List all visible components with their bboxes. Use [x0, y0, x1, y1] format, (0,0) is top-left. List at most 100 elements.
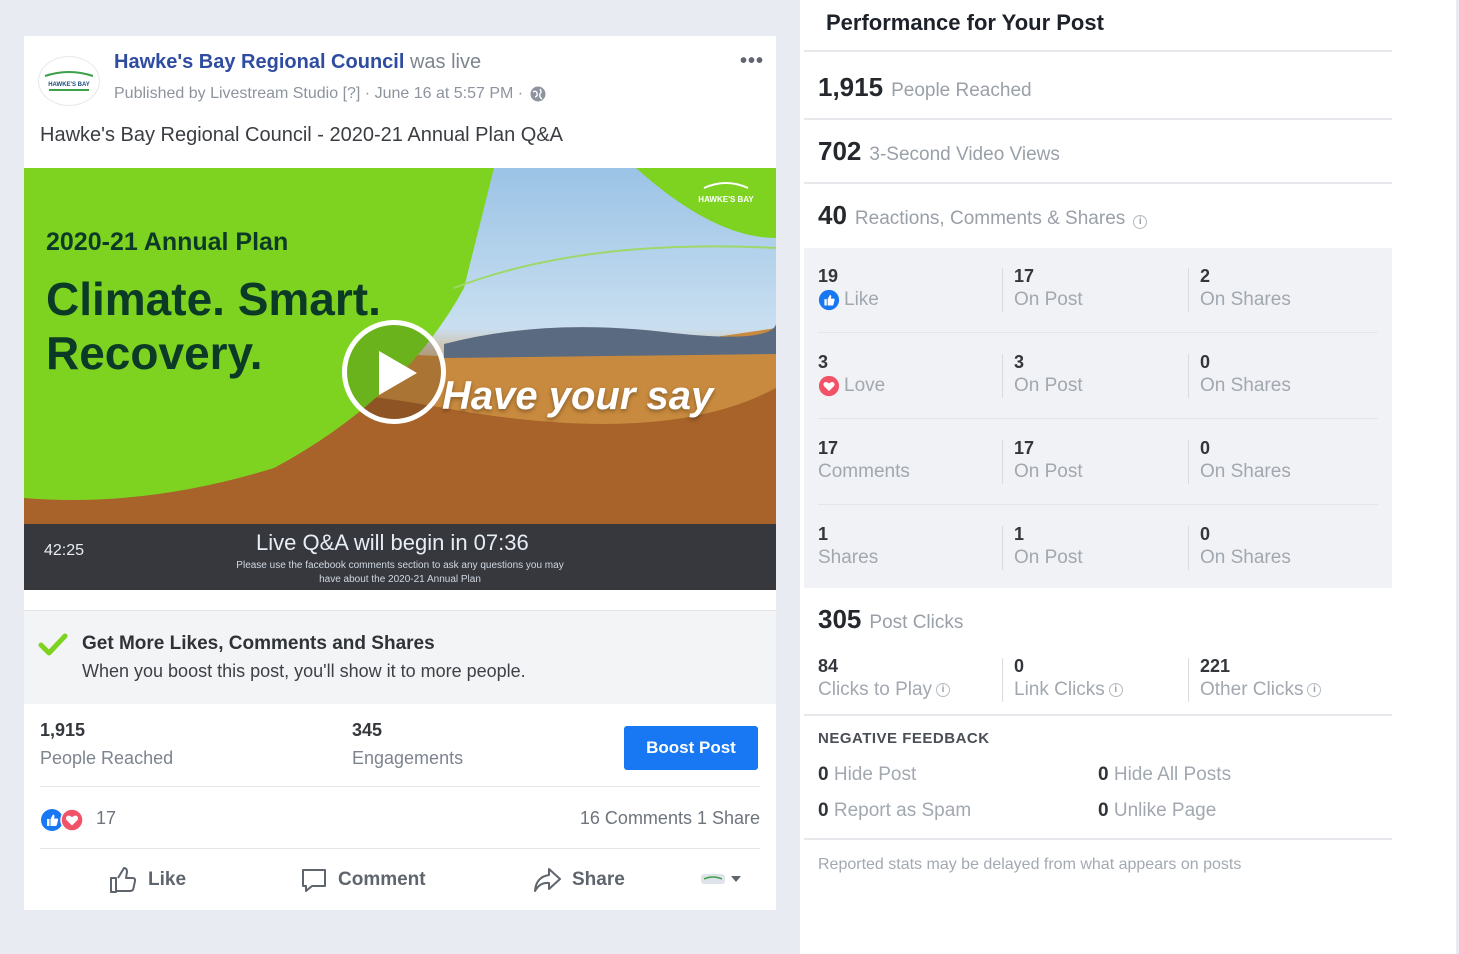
neg-label: Report as Spam: [833, 800, 972, 821]
column-separator: [1002, 440, 1003, 484]
people-reached-label: People Reached: [40, 748, 174, 768]
promo-body: When you boost this post, you'll show it…: [82, 661, 526, 681]
play-icon: [379, 351, 417, 395]
published-meta: Published by Livestream Studio [?] · Jun…: [114, 85, 547, 103]
reactions-summary[interactable]: 17 16 Comments 1 Share: [40, 806, 760, 836]
breakdown-love-on-post: 3 On Post: [1014, 352, 1083, 397]
clicks-label-row: Other Clicks i: [1200, 679, 1322, 701]
breakdown-label: On Shares: [1200, 289, 1291, 310]
video-headline-line-1: Climate. Smart.: [46, 273, 381, 325]
row-separator: [818, 332, 1378, 333]
info-icon[interactable]: i: [1307, 683, 1322, 697]
neg-label: Hide All Posts: [1113, 764, 1232, 785]
divider: [804, 182, 1392, 184]
breakdown-label: On Shares: [1200, 375, 1291, 396]
video-headline: Climate. Smart. Recovery.: [46, 272, 381, 380]
neg-hide-all-posts: 0 Hide All Posts: [1098, 764, 1231, 786]
breakdown-value: 2: [1200, 266, 1211, 286]
share-action[interactable]: Share: [532, 862, 625, 898]
page-name-link[interactable]: Hawke's Bay Regional Council: [114, 51, 404, 73]
divider: [804, 714, 1392, 716]
info-icon[interactable]: i: [936, 683, 951, 697]
promo-title: Get More Likes, Comments and Shares: [82, 633, 435, 654]
link-clicks: 0 Link Clicks i: [1014, 656, 1123, 701]
breakdown-shares-total: 1 Shares: [818, 524, 878, 569]
neg-label: Unlike Page: [1113, 800, 1217, 821]
clicks-label-row: Clicks to Play i: [818, 679, 951, 701]
breakdown-value: 19: [818, 266, 839, 286]
breakdown-value: 17: [818, 438, 839, 458]
info-icon[interactable]: i: [1133, 215, 1148, 229]
column-separator: [1188, 658, 1189, 702]
breakdown-shares-on-shares: 0 On Shares: [1200, 524, 1291, 569]
stats-footnote: Reported stats may be delayed from what …: [818, 856, 1242, 873]
page-avatar[interactable]: HAWKE'S BAY: [38, 56, 100, 106]
thumbs-up-icon: [110, 867, 137, 893]
checkmark-icon: [38, 633, 68, 656]
reaction-icons: [40, 808, 84, 832]
breakdown-label: On Post: [1014, 289, 1083, 310]
published-by-text[interactable]: Published by Livestream Studio [?] · Jun…: [114, 85, 523, 103]
play-button[interactable]: [342, 320, 446, 424]
video-player[interactable]: HAWKE'S BAY 2020-21 Annual Plan Climate.…: [24, 168, 776, 590]
post-clicks-stat: 305 Post Clicks: [818, 604, 963, 635]
breakdown-label: On Post: [1014, 547, 1083, 568]
like-action[interactable]: Like: [108, 862, 186, 898]
breakdown-like-on-post: 17 On Post: [1014, 266, 1083, 311]
reactions-text: Reactions, Comments & Shares: [854, 208, 1126, 229]
performance-panel: Performance for Your Post 1,915 People R…: [800, 0, 1456, 954]
info-icon[interactable]: i: [1108, 683, 1123, 697]
breakdown-label: On Shares: [1200, 547, 1291, 568]
people-reached-stat: 1,915 People Reached: [818, 72, 1032, 103]
video-caption-bar: 42:25 Live Q&A will begin in 07:36 Pleas…: [24, 524, 776, 590]
column-separator: [1188, 354, 1189, 398]
column-separator: [1002, 658, 1003, 702]
neg-unlike-page: 0 Unlike Page: [1098, 800, 1216, 822]
boost-post-button[interactable]: Boost Post: [624, 726, 758, 770]
love-reaction-icon: [818, 375, 840, 397]
video-views-number: 702: [818, 136, 862, 166]
post-text: Hawke's Bay Regional Council - 2020-21 A…: [40, 124, 564, 146]
neg-value: 0: [1098, 800, 1109, 821]
comment-icon: [302, 869, 326, 892]
love-reaction-icon: [60, 808, 84, 832]
post-clicks-text: Post Clicks: [869, 612, 964, 633]
share-icon: [534, 868, 561, 892]
breakdown-label: On Post: [1014, 375, 1083, 396]
video-note-line-1: Please use the facebook comments section…: [236, 560, 564, 571]
clicks-value: 0: [1014, 656, 1025, 676]
breakdown-like-on-shares: 2 On Shares: [1200, 266, 1291, 311]
share-label: Share: [572, 869, 625, 890]
divider: [804, 50, 1392, 52]
engagements-label: Engagements: [352, 748, 464, 768]
boost-promo: Get More Likes, Comments and Shares When…: [24, 610, 776, 704]
breakdown-like-total: 19 Like: [818, 266, 879, 311]
corner-logo-text: HAWKE'S BAY: [698, 195, 754, 204]
like-reaction-icon: [818, 289, 840, 311]
clicks-label: Link Clicks: [1014, 679, 1105, 700]
council-logo-icon: HAWKE'S BAY: [44, 71, 94, 91]
column-separator: [1188, 526, 1189, 570]
row-separator: [818, 418, 1378, 419]
panel-title: Performance for Your Post: [826, 10, 1104, 35]
audience-selector[interactable]: [700, 870, 742, 888]
corner-logo-icon: HAWKE'S BAY: [698, 182, 754, 204]
was-live-text: was live: [404, 51, 482, 73]
video-plan-title: 2020-21 Annual Plan: [46, 228, 289, 256]
breakdown-label-row: Love: [818, 375, 885, 397]
people-reached-text: People Reached: [891, 80, 1032, 101]
breakdown-label: Shares: [818, 547, 879, 568]
audience-avatar-icon: [701, 874, 725, 884]
logo-text: HAWKE'S BAY: [48, 82, 90, 88]
divider: [804, 838, 1392, 840]
more-options-icon[interactable]: •••: [740, 50, 764, 73]
neg-value: 0: [818, 764, 829, 785]
comment-action[interactable]: Comment: [300, 862, 426, 898]
breakdown-label: On Post: [1014, 461, 1083, 482]
comments-shares-count[interactable]: 16 Comments 1 Share: [580, 808, 760, 829]
column-separator: [1188, 268, 1189, 312]
neg-value: 0: [818, 800, 829, 821]
video-views-text: 3-Second Video Views: [869, 144, 1060, 165]
globe-icon[interactable]: [529, 85, 547, 103]
like-label: Like: [148, 869, 187, 890]
